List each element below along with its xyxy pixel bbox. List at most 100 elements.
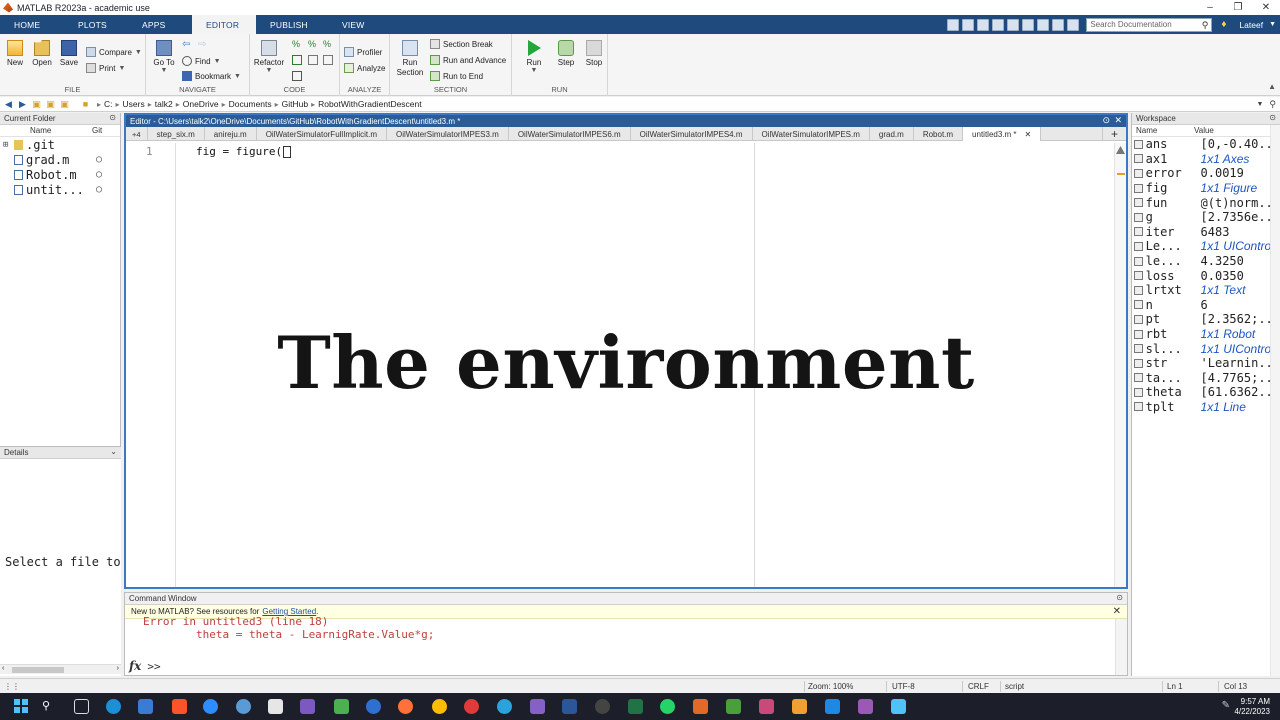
editor-vertical-scrollbar[interactable] [1114, 143, 1126, 587]
switch-windows-icon[interactable] [1037, 18, 1050, 31]
name-column-header[interactable]: Name [1136, 126, 1194, 135]
breadcrumb-item[interactable]: talk2 [152, 99, 176, 109]
table-row[interactable]: le... 4.3250 [1132, 254, 1280, 269]
editor-tab[interactable]: OilWaterSimulatorIMPES3.m [387, 127, 509, 141]
table-row[interactable]: ax1 1x1 Axes [1132, 152, 1280, 167]
editor-tab[interactable]: OilWaterSimulatorIMPES6.m [509, 127, 631, 141]
table-row[interactable]: rbt 1x1 Robot [1132, 327, 1280, 342]
bookmark-button[interactable]: Bookmark ▼ [182, 69, 241, 83]
comment-icon[interactable]: % [292, 39, 300, 49]
breadcrumb-item[interactable]: C: [101, 99, 116, 109]
open-button[interactable]: Open [30, 40, 54, 67]
edge-browser-icon[interactable] [106, 699, 121, 714]
stop-button[interactable]: Stop [582, 40, 606, 67]
print-button[interactable]: Print ▼ [86, 61, 125, 75]
panel-actions-icon[interactable]: ⊙ [109, 113, 116, 122]
close-window-button[interactable]: ✕ [1252, 2, 1280, 13]
whatsapp-icon[interactable] [660, 699, 675, 714]
app-icon[interactable] [268, 699, 283, 714]
notification-bell-icon[interactable]: ♦ [1221, 19, 1226, 30]
tab-plots[interactable]: PLOTS [64, 15, 128, 34]
chevron-down-icon[interactable]: ⌄ [110, 447, 117, 456]
table-row[interactable]: n6 [1132, 298, 1280, 313]
table-row[interactable]: fun @(t)norm... [1132, 195, 1280, 210]
redo-quick-icon[interactable] [1022, 18, 1035, 31]
app-icon[interactable] [300, 699, 315, 714]
command-prompt[interactable]: fx >> [129, 659, 161, 673]
excel-icon[interactable] [628, 699, 643, 714]
table-row[interactable]: loss 0.0350 [1132, 268, 1280, 283]
app-icon[interactable] [891, 699, 906, 714]
tab-editor[interactable]: EDITOR [192, 15, 256, 34]
search-documentation-input[interactable]: Search Documentation ⚲ [1086, 17, 1213, 32]
tab-view[interactable]: VIEW [328, 15, 384, 34]
breadcrumb-item[interactable]: GitHub [279, 99, 311, 109]
collapse-toolstrip-icon[interactable]: ▲ [1268, 82, 1276, 91]
new-tab-button[interactable]: + [1101, 127, 1126, 141]
scroll-right-icon[interactable]: › [117, 665, 119, 672]
analyze-button[interactable]: Analyze [344, 61, 385, 75]
forward-arrow-icon[interactable]: ⇨ [198, 39, 206, 50]
scroll-left-icon[interactable]: ‹ [2, 665, 4, 672]
search-folder-icon[interactable]: ⚲ [1269, 99, 1276, 110]
editor-tab[interactable]: anireju.m [205, 127, 257, 141]
back-arrow-icon[interactable]: ◀ [3, 99, 14, 110]
profiler-button[interactable]: Profiler [344, 45, 382, 59]
tray-pen-icon[interactable]: ✎ [1222, 700, 1230, 711]
telegram-icon[interactable] [497, 699, 512, 714]
warning-icon[interactable] [1116, 146, 1125, 154]
app-icon[interactable] [366, 699, 381, 714]
matlab-taskbar-icon[interactable] [693, 699, 708, 714]
firefox-icon[interactable] [398, 699, 413, 714]
panel-actions-icon[interactable]: ⊙ [1116, 593, 1123, 602]
app-icon[interactable] [858, 699, 873, 714]
back-arrow-icon[interactable]: ⇦ [182, 39, 190, 50]
app-icon[interactable] [825, 699, 840, 714]
chevron-down-icon[interactable]: ▼ [1256, 101, 1263, 108]
value-column-header[interactable]: Value [1194, 126, 1214, 135]
cut-quick-icon[interactable] [962, 18, 975, 31]
zoom-app-icon[interactable] [203, 699, 218, 714]
run-and-advance-button[interactable]: Run and Advance [430, 53, 506, 67]
table-row[interactable]: iter 6483 [1132, 225, 1280, 240]
scrollbar-thumb[interactable] [12, 667, 64, 673]
goto-button[interactable]: Go To ▼ [150, 40, 178, 74]
decrease-indent-icon[interactable] [308, 55, 318, 65]
copy-quick-icon[interactable] [977, 18, 990, 31]
browse-folder-icon[interactable]: ▣ [59, 99, 70, 110]
up-folder-icon[interactable]: ▣ [45, 99, 56, 110]
save-quick-icon[interactable] [947, 18, 960, 31]
run-button[interactable]: Run ▼ [522, 40, 546, 74]
close-tab-icon[interactable]: ✕ [1025, 130, 1032, 139]
windows-start-icon[interactable] [14, 699, 29, 714]
editor-tab[interactable]: OilWaterSimulatorFullImplicit.m [257, 127, 387, 141]
list-item[interactable]: untit... ○ [0, 182, 120, 197]
paste-quick-icon[interactable] [992, 18, 1005, 31]
list-item[interactable]: ⊞ .git [0, 137, 120, 152]
editor-tab-active[interactable]: untitled3.m * ✕ [963, 127, 1042, 141]
editor-tab[interactable]: grad.m [870, 127, 914, 141]
table-row[interactable]: tplt 1x1 Line [1132, 400, 1280, 415]
table-row[interactable]: g [2.7356e... [1132, 210, 1280, 225]
git-column-header[interactable]: Git [92, 126, 102, 135]
list-item[interactable]: grad.m ○ [0, 152, 120, 167]
step-button[interactable]: Step [554, 40, 578, 67]
tab-publish[interactable]: PUBLISH [256, 15, 328, 34]
insert-fx-icon[interactable] [292, 71, 302, 81]
table-row[interactable]: fig 1x1 Figure [1132, 181, 1280, 196]
editor-tab[interactable]: step_six.m [148, 127, 205, 141]
smart-indent-icon[interactable] [292, 55, 302, 65]
forward-arrow-icon[interactable]: ▶ [17, 99, 28, 110]
brave-browser-icon[interactable] [172, 699, 187, 714]
table-row[interactable]: ta... [4.7765;... [1132, 371, 1280, 386]
close-editor-icon[interactable]: ✕ [1114, 115, 1122, 126]
expand-icon[interactable]: ⊞ [3, 140, 8, 150]
workspace-vertical-scrollbar[interactable] [1270, 125, 1280, 676]
editor-tab[interactable]: OilWaterSimulatorIMPES.m [753, 127, 870, 141]
app-icon[interactable] [759, 699, 774, 714]
section-break-button[interactable]: Section Break [430, 37, 493, 51]
breadcrumb-item[interactable]: Users [120, 99, 148, 109]
name-column-header[interactable]: Name [30, 126, 92, 135]
increase-indent-icon[interactable] [323, 55, 333, 65]
undo-quick-icon[interactable] [1007, 18, 1020, 31]
